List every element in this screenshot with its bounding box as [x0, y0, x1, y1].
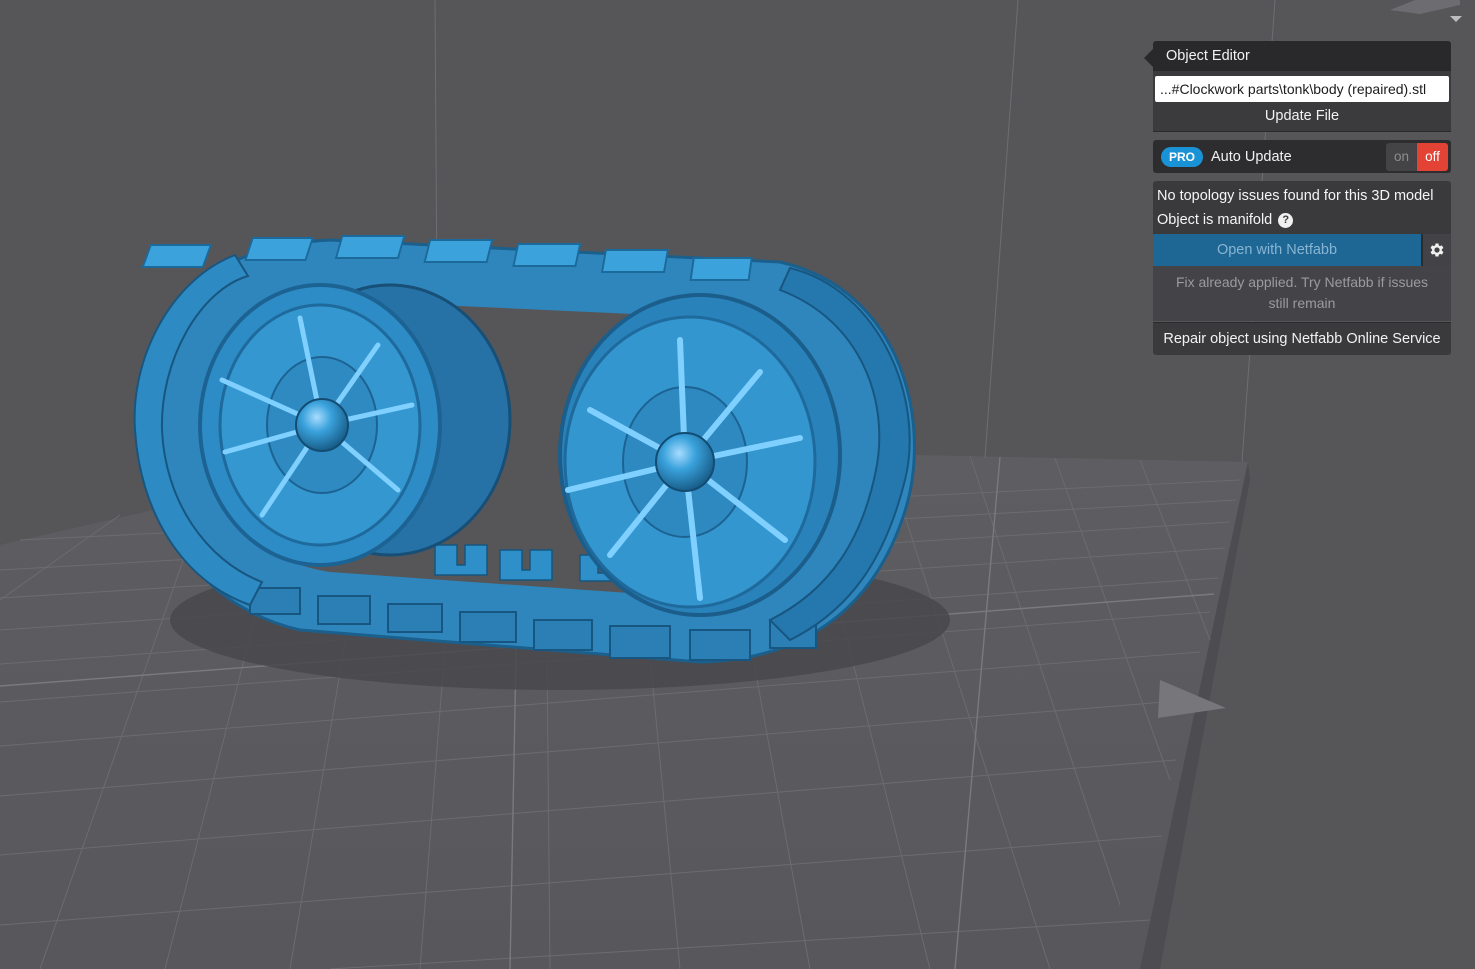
right-wheel [558, 293, 842, 617]
fix-applied-note: Fix already applied. Try Netfabb if issu… [1153, 266, 1451, 321]
question-circle-icon[interactable]: ? [1278, 213, 1294, 228]
auto-update-toggle[interactable]: on off [1386, 143, 1448, 171]
toggle-off-option[interactable]: off [1417, 143, 1448, 171]
auto-update-label: Auto Update [1211, 148, 1292, 165]
topology-section: No topology issues found for this 3D mod… [1153, 181, 1451, 266]
open-with-netfabb-button[interactable]: Open with Netfabb [1153, 234, 1421, 266]
left-wheel [198, 283, 442, 567]
object-editor-panel: Object Editor Update File PRO Auto Updat… [1144, 41, 1451, 355]
toggle-on-option[interactable]: on [1386, 143, 1417, 171]
tank-track-model[interactable] [133, 235, 916, 664]
auto-update-row: PRO Auto Update on off [1153, 140, 1451, 173]
manifold-status-row: Object is manifold? [1157, 208, 1447, 232]
netfabb-settings-button[interactable] [1421, 234, 1451, 266]
pro-badge: PRO [1161, 146, 1204, 167]
object-editor-title: Object Editor [1153, 41, 1451, 71]
file-path-input[interactable] [1155, 76, 1449, 102]
topology-status: No topology issues found for this 3D mod… [1157, 188, 1434, 204]
manifold-status: Object is manifold [1157, 212, 1273, 228]
gear-icon [1430, 243, 1444, 257]
netfabb-row: Open with Netfabb [1153, 234, 1451, 266]
repair-netfabb-online-button[interactable]: Repair object using Netfabb Online Servi… [1153, 322, 1451, 355]
file-section: Update File [1153, 71, 1451, 132]
update-file-button[interactable]: Update File [1155, 102, 1449, 131]
